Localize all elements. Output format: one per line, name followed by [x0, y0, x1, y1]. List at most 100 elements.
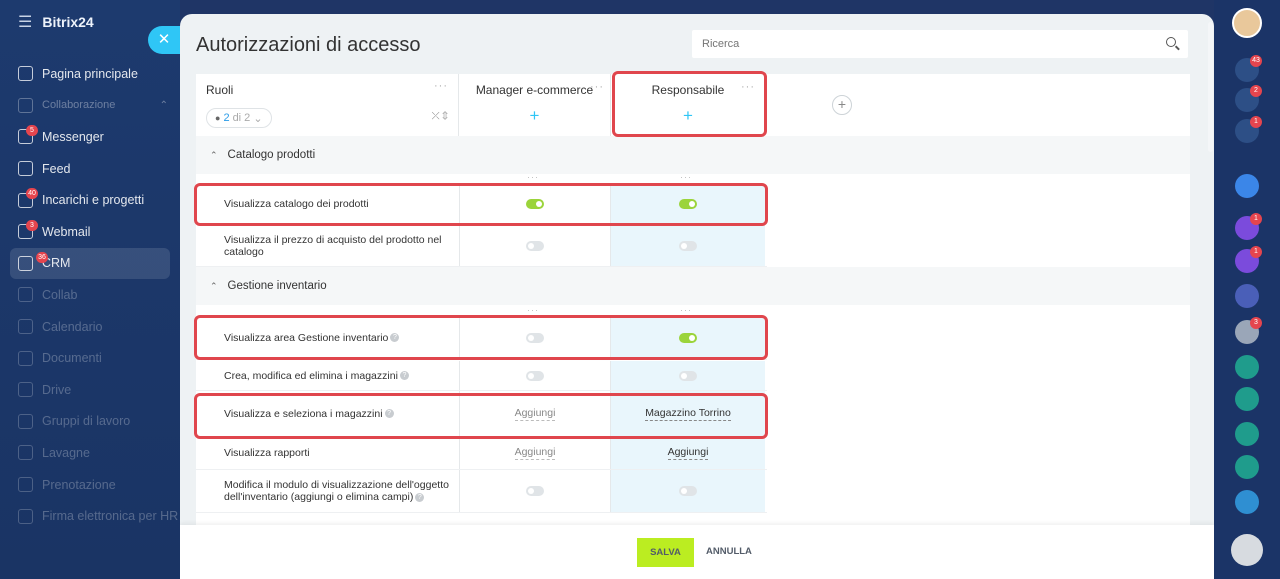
right-rail: 43 2 1 1 1 3 [1214, 0, 1280, 579]
permission-toggle[interactable] [526, 486, 544, 496]
chat-menu-icon[interactable] [1231, 534, 1263, 566]
search-input[interactable] [692, 30, 1142, 58]
counter-badge: 3 [26, 219, 38, 231]
roles-counter-total: di 2 [232, 112, 251, 124]
rail-user-avatar-icon[interactable]: 3 [1235, 317, 1262, 344]
rail-task-1-icon[interactable] [1235, 355, 1259, 379]
sidebar-menu: Pagina principale Collaborazione ⌃ Messenge… [0, 58, 180, 532]
sidebar-item-label: Incarichi e progetti [42, 193, 145, 208]
sidebar-item[interactable]: Lavagne [0, 437, 180, 469]
permission-cell [459, 361, 611, 390]
close-panel-button[interactable]: ✕ [148, 26, 180, 54]
sidebar-item[interactable]: Calendario [0, 311, 180, 343]
more-icon[interactable]: ··· [527, 305, 539, 315]
permission-value-link[interactable]: Aggiungi [667, 446, 709, 460]
sidebar-item[interactable]: Collab [0, 279, 180, 311]
sidebar-item[interactable]: Firma elettronica per HR [0, 500, 180, 532]
chevron-up-icon[interactable]: ⌃ [210, 281, 218, 292]
counter-badge: 3 [1250, 317, 1262, 329]
permission-label: Modifica il modulo di visualizzazione de… [224, 479, 454, 503]
page-title: Autorizzazioni di accesso [196, 34, 421, 56]
more-icon[interactable]: ··· [680, 305, 692, 315]
highlight-box [194, 315, 768, 360]
brand-logo[interactable]: Bitrix24 [42, 14, 93, 30]
permission-toggle[interactable] [526, 240, 544, 251]
rail-group-2-icon[interactable] [1235, 455, 1259, 479]
sidebar-item[interactable]: Gruppi di lavoro [0, 406, 180, 438]
search-box [692, 30, 1188, 58]
sidebar-item[interactable]: Feed [0, 153, 180, 185]
cancel-button[interactable]: ANNULLA [706, 546, 752, 557]
counter-badge: 1 [1250, 213, 1262, 225]
rail-bookmark-icon[interactable] [1235, 174, 1259, 198]
roles-header: Ruoli [206, 83, 234, 97]
chevron-up-icon[interactable]: ⌃ [210, 150, 218, 161]
save-button[interactable]: SALVA [637, 538, 694, 567]
menu-item-icon [18, 413, 33, 429]
permission-toggle[interactable] [526, 370, 544, 381]
sidebar-item[interactable]: Collaborazione ⌃ [0, 90, 180, 122]
sidebar-item[interactable]: Pagina principale [0, 58, 180, 90]
roles-counter-pill[interactable]: ● 2 di 2 ⌄ [206, 108, 272, 128]
rail-notifications-icon[interactable]: 43 [1235, 55, 1262, 82]
counter-badge: 40 [26, 188, 38, 200]
rail-app-3-icon[interactable] [1235, 284, 1259, 308]
permission-row: Modifica il modulo di visualizzazione de… [196, 470, 767, 513]
permission-row: Crea, modifica ed elimina i magazzini? [196, 361, 767, 391]
help-icon[interactable]: ? [399, 371, 409, 381]
profile-avatar[interactable] [1232, 8, 1262, 38]
counter-badge: 36 [36, 251, 48, 263]
chevron-up-icon[interactable]: ⌃ [160, 100, 168, 111]
sidebar-item[interactable]: CRM 36 [10, 247, 170, 280]
sidebar-item-label: Collab [42, 287, 78, 302]
permission-toggle[interactable] [679, 370, 697, 381]
sidebar-item[interactable]: Documenti [0, 342, 180, 374]
section-title: Gestione inventario [227, 280, 327, 292]
sidebar-item[interactable]: Messenger 5 [0, 121, 180, 153]
highlight-box [612, 71, 767, 137]
section-header[interactable]: ⌃ Catalogo prodotti [196, 136, 1190, 174]
sidebar-item-label: Feed [42, 161, 71, 176]
sidebar-item-label: Collaborazione [42, 99, 116, 112]
sidebar-item[interactable]: Prenotazione [0, 469, 180, 501]
sidebar-item-label: Pagina principale [42, 66, 138, 81]
rail-activity-icon[interactable]: 2 [1235, 85, 1262, 112]
rail-chat-icon[interactable]: 1 [1235, 116, 1262, 143]
menu-item-icon [18, 287, 33, 303]
permission-value-link[interactable]: Aggiungi [514, 446, 556, 460]
rail-comments-icon[interactable] [1235, 490, 1259, 514]
rail-group-1-icon[interactable] [1235, 422, 1259, 446]
permission-cell: Aggiungi [611, 437, 765, 469]
sidebar-item-label: Firma elettronica per HR [42, 509, 179, 524]
sidebar-item[interactable]: Drive [0, 374, 180, 406]
rail-app-2-icon[interactable]: 1 [1235, 246, 1262, 273]
sidebar-item-label: Webmail [42, 224, 91, 239]
chevron-down-icon: ⌄ [253, 112, 263, 125]
menu-icon[interactable]: ☰ [18, 12, 32, 32]
rail-app-1-icon[interactable]: 1 [1235, 213, 1262, 240]
permission-label: Crea, modifica ed elimina i magazzini? [224, 370, 454, 382]
sidebar-item[interactable]: Incarichi e progetti 40 [0, 184, 180, 216]
search-icon[interactable] [1166, 37, 1176, 47]
sidebar-item[interactable]: Webmail 3 [0, 216, 180, 248]
collapse-expand-icon[interactable]: ⤫ ⇕ [432, 111, 448, 122]
add-icon[interactable]: + [527, 107, 543, 124]
panel-scrollbar[interactable] [1208, 22, 1213, 152]
rail-task-2-icon[interactable] [1235, 387, 1259, 411]
more-icon[interactable]: ··· [590, 81, 604, 93]
highlight-box [194, 183, 768, 226]
role-title[interactable]: Manager e-commerce [459, 83, 610, 97]
more-icon[interactable]: ··· [434, 80, 448, 92]
permission-label-text: Crea, modifica ed elimina i magazzini [224, 369, 398, 382]
help-icon[interactable]: ? [415, 492, 425, 502]
add-role-button[interactable]: + [832, 95, 852, 115]
counter-badge: 43 [1250, 55, 1262, 67]
permission-toggle[interactable] [679, 240, 697, 251]
permission-toggle[interactable] [679, 486, 697, 496]
section-title: Catalogo prodotti [227, 149, 316, 161]
more-icon[interactable]: ··· [527, 172, 539, 182]
more-icon[interactable]: ··· [680, 172, 692, 182]
permissions-grid: Ruoli ··· ● 2 di 2 ⌄ ⤫ ⇕ Manager e-comme… [196, 74, 1190, 526]
sidebar-item-label: Drive [42, 382, 72, 397]
section-header[interactable]: ⌃ Gestione inventario [196, 267, 1190, 305]
